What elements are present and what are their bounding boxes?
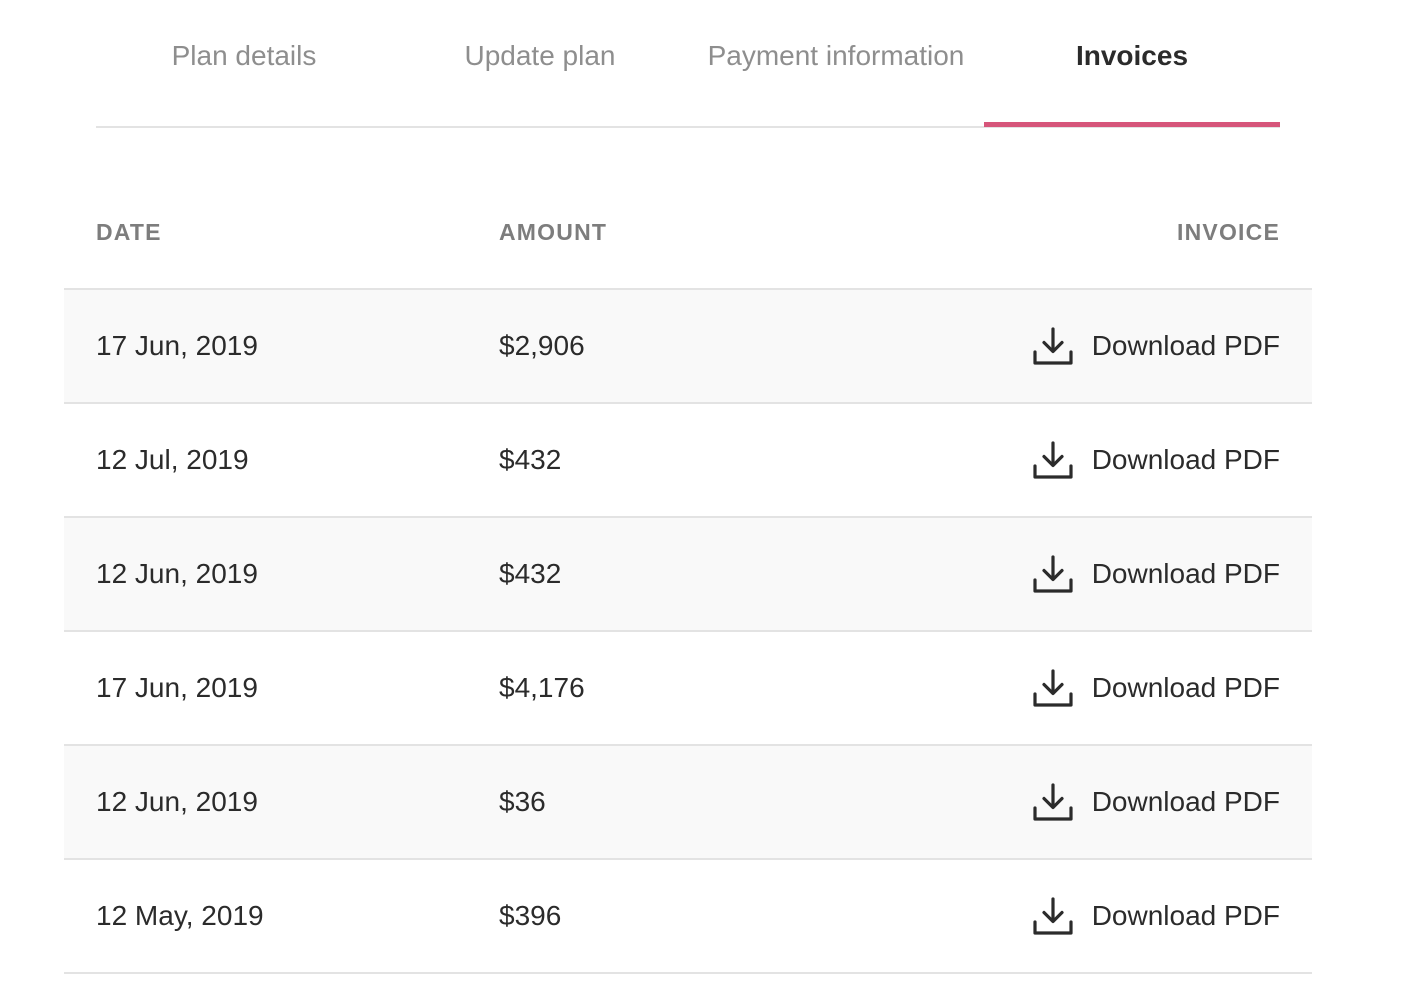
invoice-date: 12 May, 2019: [96, 900, 264, 931]
invoice-amount: $432: [499, 558, 562, 589]
invoice-amount: $4,176: [499, 672, 585, 703]
tab-update-plan[interactable]: Update plan: [392, 0, 688, 126]
invoice-date: 12 Jul, 2019: [96, 444, 249, 475]
table-row: 12 Jun, 2019 $36 Download PDF: [64, 746, 1312, 860]
invoice-date: 17 Jun, 2019: [96, 330, 258, 361]
invoice-amount: $36: [499, 786, 546, 817]
table-row: 17 Jun, 2019 $4,176 Download PDF: [64, 632, 1312, 746]
table-row: 12 Jun, 2019 $432 Download PDF: [64, 518, 1312, 632]
download-pdf-label: Download PDF: [1091, 786, 1280, 817]
tab-plan-details[interactable]: Plan details: [96, 0, 392, 126]
download-pdf-link[interactable]: Download PDF: [1032, 325, 1280, 367]
download-pdf-link[interactable]: Download PDF: [1032, 667, 1280, 709]
invoice-amount: $2,906: [499, 330, 585, 361]
download-icon: [1033, 555, 1073, 593]
table-row: 12 May, 2019 $396 Download PDF: [64, 860, 1312, 974]
invoice-table-header: DATE AMOUNT INVOICE: [64, 174, 1312, 290]
date-column-header: DATE: [96, 219, 162, 245]
invoice-date: 12 Jun, 2019: [96, 558, 258, 589]
invoice-amount: $432: [499, 444, 562, 475]
invoice-table-body: 17 Jun, 2019 $2,906 Download PDF 12 Jul,…: [64, 290, 1312, 974]
download-pdf-label: Download PDF: [1091, 330, 1280, 361]
download-icon: [1033, 441, 1073, 479]
invoice-date: 17 Jun, 2019: [96, 672, 258, 703]
tab-payment-information[interactable]: Payment information: [688, 0, 984, 126]
tab-invoices[interactable]: Invoices: [984, 0, 1280, 127]
invoice-amount: $396: [499, 900, 562, 931]
table-row: 17 Jun, 2019 $2,906 Download PDF: [64, 290, 1312, 404]
invoice-date: 12 Jun, 2019: [96, 786, 258, 817]
billing-tabs: Plan details Update plan Payment informa…: [96, 0, 1280, 128]
download-icon: [1033, 897, 1073, 935]
download-icon: [1033, 669, 1073, 707]
download-pdf-label: Download PDF: [1091, 444, 1280, 475]
table-row: 12 Jul, 2019 $432 Download PDF: [64, 404, 1312, 518]
download-pdf-link[interactable]: Download PDF: [1032, 895, 1280, 937]
download-pdf-label: Download PDF: [1091, 672, 1280, 703]
download-pdf-link[interactable]: Download PDF: [1032, 439, 1280, 481]
download-icon: [1033, 327, 1073, 365]
download-pdf-link[interactable]: Download PDF: [1032, 781, 1280, 823]
amount-column-header: AMOUNT: [499, 219, 608, 245]
download-pdf-label: Download PDF: [1091, 558, 1280, 589]
download-pdf-label: Download PDF: [1091, 900, 1280, 931]
download-pdf-link[interactable]: Download PDF: [1032, 553, 1280, 595]
invoice-column-header: INVOICE: [1177, 219, 1280, 245]
download-icon: [1033, 783, 1073, 821]
